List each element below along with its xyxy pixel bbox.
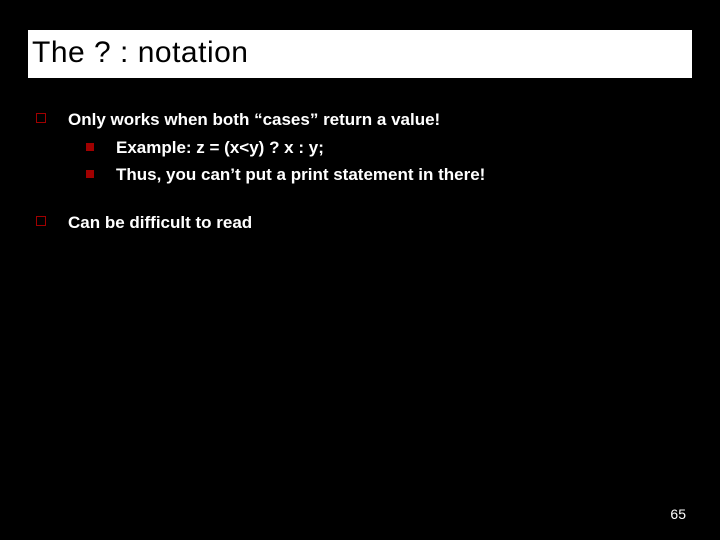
filled-square-icon [86,170,94,178]
title-block: The ? : notation [28,30,692,78]
bullet-level1: Can be difficult to read [36,210,684,236]
bullet-level1: Only works when both “cases” return a va… [36,107,684,188]
bullet-text: Can be difficult to read [68,210,684,236]
bullet-level2: Example: z = (x<y) ? x : y; [68,135,684,161]
slide-body: Only works when both “cases” return a va… [28,81,692,235]
hollow-square-icon [36,113,46,123]
hollow-square-icon [36,216,46,226]
filled-square-icon [86,143,94,151]
slide-title: The ? : notation [32,36,688,70]
bullet-text: Thus, you can’t put a print statement in… [116,162,684,188]
slide: The ? : notation Only works when both “c… [0,0,720,540]
bullet-level2: Thus, you can’t put a print statement in… [68,162,684,188]
bullet-content: Only works when both “cases” return a va… [68,107,684,188]
bullet-content: Can be difficult to read [68,210,684,236]
bullet-text: Only works when both “cases” return a va… [68,107,684,133]
bullet-text: Example: z = (x<y) ? x : y; [116,135,684,161]
page-number: 65 [670,506,686,522]
